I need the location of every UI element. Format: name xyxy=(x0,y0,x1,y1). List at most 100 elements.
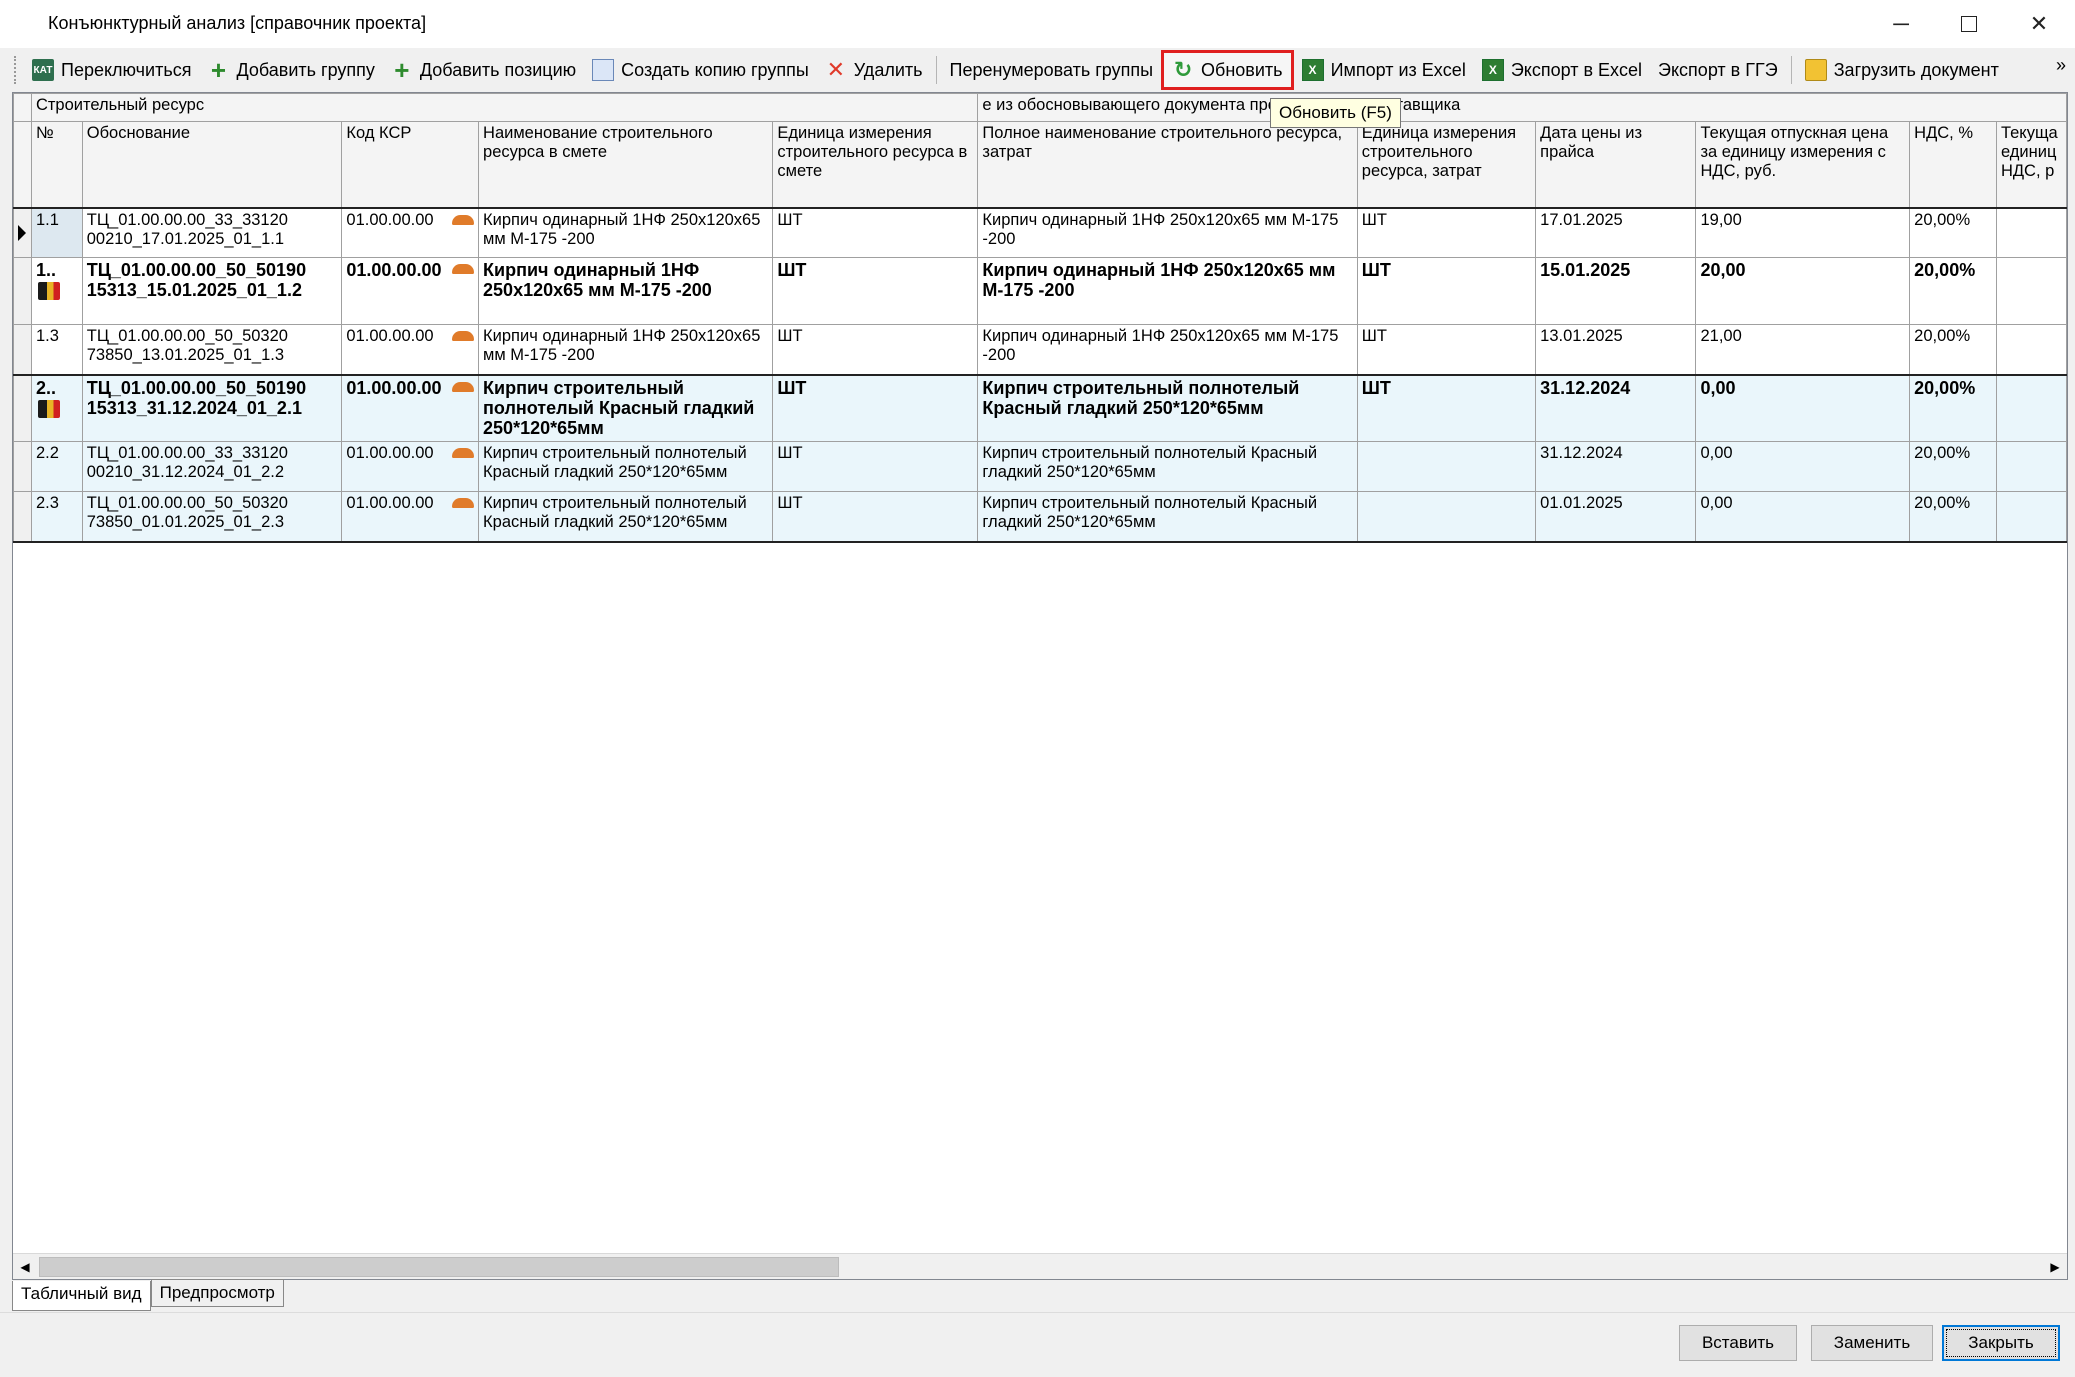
col-header-name[interactable]: Наименование строительного ресурса в сме… xyxy=(478,121,774,208)
cell-price[interactable]: 0,00 xyxy=(1695,491,1911,543)
cell-unit2[interactable] xyxy=(1356,491,1537,543)
cell-cut[interactable] xyxy=(1995,441,2067,492)
cell-cut[interactable] xyxy=(1995,374,2067,442)
cell-vat[interactable]: 20,00% xyxy=(1909,374,1997,442)
col-header-num[interactable]: № xyxy=(30,121,83,208)
cell-unit2[interactable] xyxy=(1356,441,1537,492)
cell-full-name[interactable]: Кирпич строительный полнотелый Красный г… xyxy=(977,491,1358,543)
cell-cut[interactable] xyxy=(1995,491,2067,543)
tab-preview[interactable]: Предпросмотр xyxy=(150,1279,284,1307)
cell-full-name[interactable]: Кирпич строительный полнотелый Красный г… xyxy=(977,441,1358,492)
cell-unit[interactable]: ШТ xyxy=(772,374,979,442)
delete-button[interactable]: ✕ Удалить xyxy=(817,53,931,87)
cell-price-date[interactable]: 31.12.2024 xyxy=(1535,441,1697,492)
cell-cut[interactable] xyxy=(1995,324,2067,376)
add-position-button[interactable]: + Добавить позицию xyxy=(383,53,584,87)
cell-unit[interactable]: ШТ xyxy=(772,324,979,376)
cell-name[interactable]: Кирпич строительный полнотелый Красный г… xyxy=(478,491,774,543)
cell-price[interactable]: 19,00 xyxy=(1695,206,1911,258)
cell-unit[interactable]: ШТ xyxy=(772,491,979,543)
cell-basis[interactable]: ТЦ_01.00.00.00_33_33120 00210_31.12.2024… xyxy=(81,441,343,492)
cell-price[interactable]: 0,00 xyxy=(1695,441,1911,492)
cell-full-name[interactable]: Кирпич строительный полнотелый Красный г… xyxy=(977,374,1358,442)
cell-price-date[interactable]: 31.12.2024 xyxy=(1535,374,1697,442)
cell-num[interactable]: 2.2 xyxy=(30,441,83,492)
cell-num[interactable]: 1.3 xyxy=(30,324,83,376)
scroll-right-icon[interactable]: ▶ xyxy=(2043,1254,2067,1280)
cell-ksr[interactable]: 01.00.00.00 xyxy=(341,257,480,325)
cell-name[interactable]: Кирпич одинарный 1НФ 250х120х65 мм М-175… xyxy=(478,324,774,376)
cell-num[interactable]: 2.3 xyxy=(30,491,83,543)
cell-name[interactable]: Кирпич строительный полнотелый Красный г… xyxy=(478,374,774,442)
col-header-price-date[interactable]: Дата цены из прайса xyxy=(1535,121,1697,208)
cell-unit2[interactable]: ШТ xyxy=(1356,206,1537,258)
table-row[interactable]: 1.1 ТЦ_01.00.00.00_33_33120 00210_17.01.… xyxy=(13,206,2067,258)
toolbar-grip[interactable] xyxy=(14,56,18,84)
cell-ksr[interactable]: 01.00.00.00 xyxy=(341,374,480,442)
row-indicator[interactable] xyxy=(13,374,32,442)
table-row[interactable]: 2.. ТЦ_01.00.00.00_50_50190 15313_31.12.… xyxy=(13,374,2067,442)
col-header-basis[interactable]: Обоснование xyxy=(81,121,343,208)
renumber-groups-button[interactable]: Перенумеровать группы xyxy=(942,53,1162,87)
switch-button[interactable]: КАТ Переключиться xyxy=(24,53,199,87)
import-excel-button[interactable]: X Импорт из Excel xyxy=(1294,53,1474,87)
cell-vat[interactable]: 20,00% xyxy=(1909,491,1997,543)
col-header-unit[interactable]: Единица измерения строительного ресурса … xyxy=(772,121,979,208)
cell-basis[interactable]: ТЦ_01.00.00.00_50_50190 15313_31.12.2024… xyxy=(81,374,343,442)
row-indicator[interactable] xyxy=(13,324,32,376)
toolbar-overflow-button[interactable]: » xyxy=(2056,55,2066,76)
cell-full-name[interactable]: Кирпич одинарный 1НФ 250х120х65 мм М-175… xyxy=(977,324,1358,376)
horizontal-scrollbar[interactable]: ◀ ▶ xyxy=(13,1253,2067,1279)
cell-price[interactable]: 21,00 xyxy=(1695,324,1911,376)
cell-price-date[interactable]: 01.01.2025 xyxy=(1535,491,1697,543)
scrollbar-thumb[interactable] xyxy=(39,1257,839,1277)
cell-price[interactable]: 20,00 xyxy=(1695,257,1911,325)
insert-button[interactable]: Вставить xyxy=(1679,1325,1797,1361)
table-row[interactable]: 1.. ТЦ_01.00.00.00_50_50190 15313_15.01.… xyxy=(13,257,2067,325)
cell-basis[interactable]: ТЦ_01.00.00.00_50_50320 73850_01.01.2025… xyxy=(81,491,343,543)
replace-button[interactable]: Заменить xyxy=(1811,1325,1933,1361)
cell-full-name[interactable]: Кирпич одинарный 1НФ 250х120х65 мм М-175… xyxy=(977,257,1358,325)
cell-ksr[interactable]: 01.00.00.00 xyxy=(341,491,480,543)
col-header-cut[interactable]: Текуща единиц НДС, р xyxy=(1995,121,2067,208)
col-header-full-name[interactable]: Полное наименование строительного ресурс… xyxy=(977,121,1358,208)
col-header-price[interactable]: Текущая отпускная цена за единицу измере… xyxy=(1695,121,1911,208)
col-header-ksr[interactable]: Код КСР xyxy=(341,121,480,208)
export-excel-button[interactable]: X Экспорт в Excel xyxy=(1474,53,1650,87)
cell-unit2[interactable]: ШТ xyxy=(1356,374,1537,442)
row-indicator[interactable] xyxy=(13,441,32,492)
cell-price[interactable]: 0,00 xyxy=(1695,374,1911,442)
cell-vat[interactable]: 20,00% xyxy=(1909,441,1997,492)
cell-ksr[interactable]: 01.00.00.00 xyxy=(341,206,480,258)
cell-ksr[interactable]: 01.00.00.00 xyxy=(341,441,480,492)
cell-unit[interactable]: ШТ xyxy=(772,206,979,258)
col-header-vat[interactable]: НДС, % xyxy=(1909,121,1997,208)
cell-basis[interactable]: ТЦ_01.00.00.00_33_33120 00210_17.01.2025… xyxy=(81,206,343,258)
cell-unit2[interactable]: ШТ xyxy=(1356,324,1537,376)
cell-num[interactable]: 1.. xyxy=(30,257,83,325)
row-indicator[interactable] xyxy=(13,206,32,258)
table-row[interactable]: 2.2 ТЦ_01.00.00.00_33_33120 00210_31.12.… xyxy=(13,441,2067,492)
close-window-button[interactable]: ✕ xyxy=(2004,0,2074,48)
scroll-left-icon[interactable]: ◀ xyxy=(13,1254,37,1280)
maximize-button[interactable] xyxy=(1934,0,2004,48)
close-button[interactable]: Закрыть xyxy=(1942,1325,2060,1361)
col-header-unit2[interactable]: Единица измерения строительного ресурса,… xyxy=(1356,121,1537,208)
cell-unit[interactable]: ШТ xyxy=(772,257,979,325)
cell-ksr[interactable]: 01.00.00.00 xyxy=(341,324,480,376)
cell-price-date[interactable]: 17.01.2025 xyxy=(1535,206,1697,258)
cell-unit[interactable]: ШТ xyxy=(772,441,979,492)
table-row[interactable]: 1.3 ТЦ_01.00.00.00_50_50320 73850_13.01.… xyxy=(13,324,2067,376)
cell-unit2[interactable]: ШТ xyxy=(1356,257,1537,325)
cell-basis[interactable]: ТЦ_01.00.00.00_50_50190 15313_15.01.2025… xyxy=(81,257,343,325)
data-grid[interactable]: Строительный ресурс е из обосновывающего… xyxy=(12,92,2068,1280)
copy-group-button[interactable]: Создать копию группы xyxy=(584,53,817,87)
cell-num[interactable]: 1.1 xyxy=(30,206,83,258)
cell-name[interactable]: Кирпич одинарный 1НФ 250х120х65 мм М-175… xyxy=(478,206,774,258)
table-row[interactable]: 2.3 ТЦ_01.00.00.00_50_50320 73850_01.01.… xyxy=(13,491,2067,543)
minimize-button[interactable]: ─ xyxy=(1866,0,1936,48)
cell-cut[interactable] xyxy=(1995,206,2067,258)
load-document-button[interactable]: Загрузить документ xyxy=(1797,53,2007,87)
export-gge-button[interactable]: Экспорт в ГГЭ xyxy=(1650,53,1786,87)
cell-num[interactable]: 2.. xyxy=(30,374,83,442)
